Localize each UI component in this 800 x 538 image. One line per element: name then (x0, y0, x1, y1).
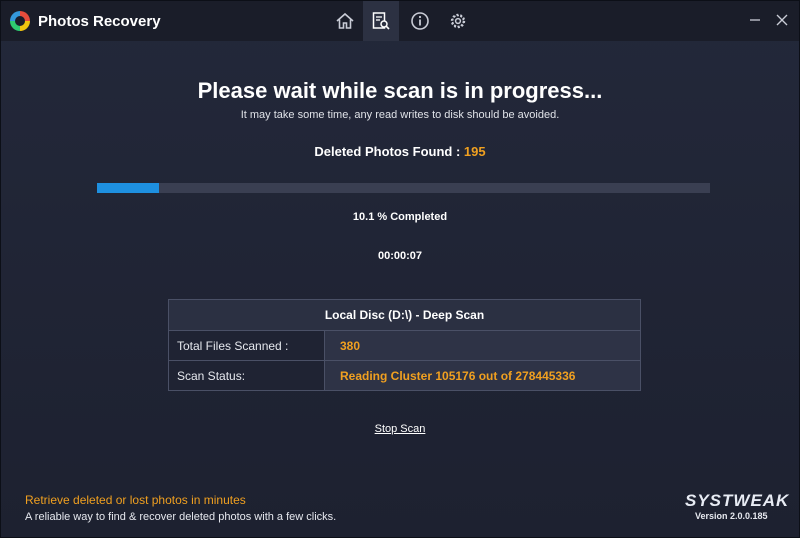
table-row: Total Files Scanned : 380 (169, 331, 640, 361)
info-button[interactable] (402, 1, 438, 41)
close-button[interactable] (770, 9, 794, 31)
scan-status-value: Reading Cluster 105176 out of 278445336 (325, 361, 640, 390)
version-label: Version 2.0.0.185 (695, 511, 768, 521)
scan-icon (372, 12, 390, 30)
app-window: Photos Recovery Please wait while scan i… (0, 0, 800, 538)
footer-subtitle: A reliable way to find & recover deleted… (25, 511, 337, 523)
app-logo-icon (10, 11, 30, 31)
settings-button[interactable] (440, 1, 476, 41)
home-icon (336, 12, 354, 29)
photos-found-label: Deleted Photos Found : 195 (1, 144, 799, 159)
progress-bar-fill (97, 183, 159, 193)
scan-details-table: Local Disc (D:\) - Deep Scan Total Files… (168, 299, 641, 391)
stop-scan-link[interactable]: Stop Scan (375, 423, 426, 435)
footer-title: Retrieve deleted or lost photos in minut… (25, 493, 246, 507)
progress-percent-text: 10.1 % Completed (352, 211, 448, 223)
home-button[interactable] (327, 1, 363, 41)
app-title: Photos Recovery (38, 13, 161, 30)
progress-bar (97, 183, 710, 193)
scan-status-label: Scan Status: (169, 361, 325, 390)
photos-found-count: 195 (463, 144, 486, 159)
stop-scan-container: Stop Scan (1, 423, 799, 435)
close-icon (776, 14, 788, 26)
title-bar: Photos Recovery (1, 1, 799, 41)
photos-found-text: Deleted Photos Found : (314, 144, 464, 159)
scan-subheading: It may take some time, any read writes t… (240, 109, 560, 121)
minimize-button[interactable] (743, 9, 767, 31)
total-files-value: 380 (325, 331, 640, 360)
scan-button[interactable] (363, 1, 399, 41)
scan-heading: Please wait while scan is in progress... (197, 78, 603, 103)
minimize-icon (750, 19, 760, 21)
info-icon (411, 12, 429, 30)
settings-icon (450, 13, 466, 29)
scan-details-title: Local Disc (D:\) - Deep Scan (169, 300, 640, 331)
total-files-label: Total Files Scanned : (169, 331, 325, 360)
table-row: Scan Status: Reading Cluster 105176 out … (169, 361, 640, 390)
systweak-logo: SYSTWEAK (685, 491, 790, 510)
elapsed-time: 00:00:07 (377, 250, 423, 262)
